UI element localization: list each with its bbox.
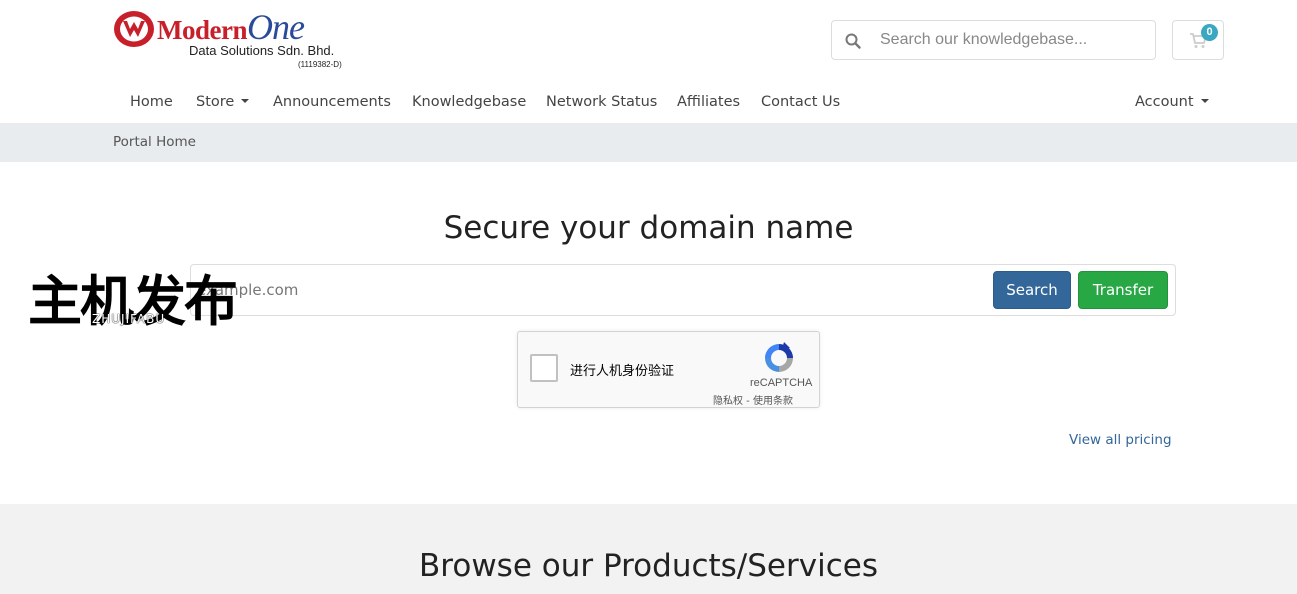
brand-name-one: One	[246, 7, 305, 47]
brand-name-modern: Modern	[157, 15, 247, 45]
brand-logo[interactable]: ModernOne Data Solutions Sdn. Bhd. (1119…	[113, 6, 363, 72]
nav-item-home[interactable]: Home	[130, 94, 173, 110]
caret-down-icon	[1200, 99, 1209, 103]
site-header: ModernOne Data Solutions Sdn. Bhd. (1119…	[0, 0, 1297, 84]
logo-mark-icon	[114, 11, 154, 47]
watermark-en: ZHUJIFABU	[92, 312, 166, 326]
caret-down-icon	[241, 99, 250, 103]
domain-transfer-button[interactable]: Transfer	[1078, 271, 1168, 309]
nav-item-announcements[interactable]: Announcements	[273, 94, 391, 110]
nav-item-account-label: Account	[1135, 94, 1194, 110]
breadcrumb: Portal Home	[0, 123, 1297, 162]
breadcrumb-portal-home[interactable]: Portal Home	[113, 134, 196, 150]
domain-input[interactable]	[191, 265, 986, 315]
cart-count-badge: 0	[1201, 24, 1218, 41]
products-title: Browse our Products/Services	[419, 548, 878, 584]
recaptcha-logo-icon	[765, 342, 793, 372]
products-section: Browse our Products/Services	[0, 504, 1297, 594]
main-nav: Home Store Announcements Knowledgebase N…	[0, 84, 1297, 123]
domain-title: Secure your domain name	[443, 210, 854, 246]
nav-item-account[interactable]: Account	[1135, 94, 1209, 110]
nav-item-store-label: Store	[196, 94, 235, 110]
watermark: 主机发布 ZHUJIFABU	[28, 263, 238, 333]
nav-item-store[interactable]: Store	[196, 94, 250, 110]
nav-item-knowledgebase[interactable]: Knowledgebase	[412, 94, 526, 110]
recaptcha-widget: 进行人机身份验证 reCAPTCHA 隐私权 - 使用条款	[517, 331, 820, 408]
recaptcha-brand: reCAPTCHA	[750, 377, 813, 389]
recaptcha-label: 进行人机身份验证	[570, 364, 675, 379]
domain-search-button[interactable]: Search	[993, 271, 1071, 309]
cart-button[interactable]: 0	[1172, 20, 1224, 60]
kb-search-input[interactable]	[872, 21, 1152, 59]
nav-item-affiliates[interactable]: Affiliates	[677, 94, 740, 110]
brand-registration: (1119382-D)	[298, 60, 342, 69]
kb-search-box	[831, 20, 1156, 60]
domain-search-form: Search Transfer	[190, 264, 1176, 316]
brand-company: Data Solutions Sdn. Bhd.	[189, 43, 335, 58]
nav-item-contact-us[interactable]: Contact Us	[761, 94, 840, 110]
nav-item-network-status[interactable]: Network Status	[546, 94, 657, 110]
view-all-pricing-link[interactable]: View all pricing	[1069, 432, 1172, 448]
search-icon[interactable]	[844, 32, 862, 50]
recaptcha-links[interactable]: 隐私权 - 使用条款	[713, 392, 793, 407]
recaptcha-checkbox[interactable]	[530, 354, 558, 382]
brand-name: ModernOne	[157, 6, 305, 48]
